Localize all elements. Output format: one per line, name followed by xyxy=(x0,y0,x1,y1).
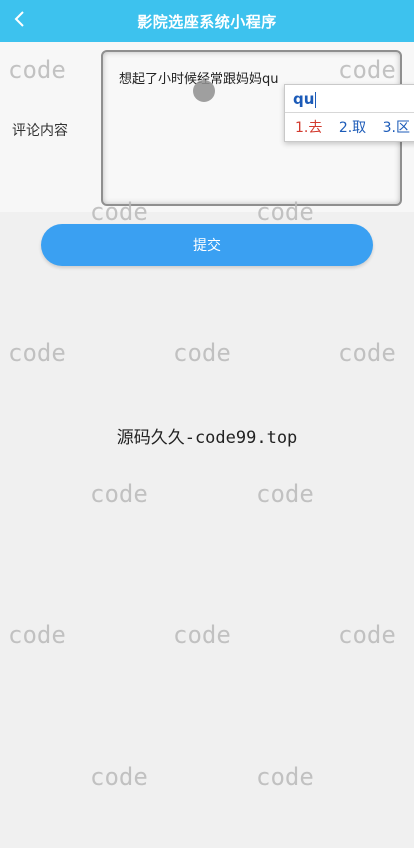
watermark: code xyxy=(173,339,231,367)
watermark: code xyxy=(173,621,231,649)
watermark: code xyxy=(256,763,314,791)
submit-button[interactable]: 提交 xyxy=(41,224,373,266)
site-watermark-text: 源码久久-code99.top xyxy=(116,428,298,448)
watermark: code xyxy=(8,621,66,649)
page-title: 影院选座系统小程序 xyxy=(137,13,277,31)
ime-candidate-1[interactable]: 1.去 xyxy=(295,120,322,136)
watermark: code xyxy=(256,480,314,508)
ime-divider xyxy=(285,112,414,113)
ime-candidate-2[interactable]: 2.取 xyxy=(339,120,366,136)
navbar: 影院选座系统小程序 xyxy=(0,0,414,42)
ime-composition: qu xyxy=(293,90,317,108)
watermark: code xyxy=(338,339,396,367)
watermark: code xyxy=(90,480,148,508)
watermark: code xyxy=(90,763,148,791)
watermark: code xyxy=(338,621,396,649)
ime-candidate-3[interactable]: 3.区 xyxy=(383,120,410,136)
touch-indicator xyxy=(193,80,215,102)
ime-candidates: 1.去 2.取 3.区 xyxy=(295,117,414,137)
watermark: code xyxy=(8,339,66,367)
comment-label: 评论内容 xyxy=(12,123,68,139)
ime-popup: qu 1.去 2.取 3.区 xyxy=(284,84,414,142)
